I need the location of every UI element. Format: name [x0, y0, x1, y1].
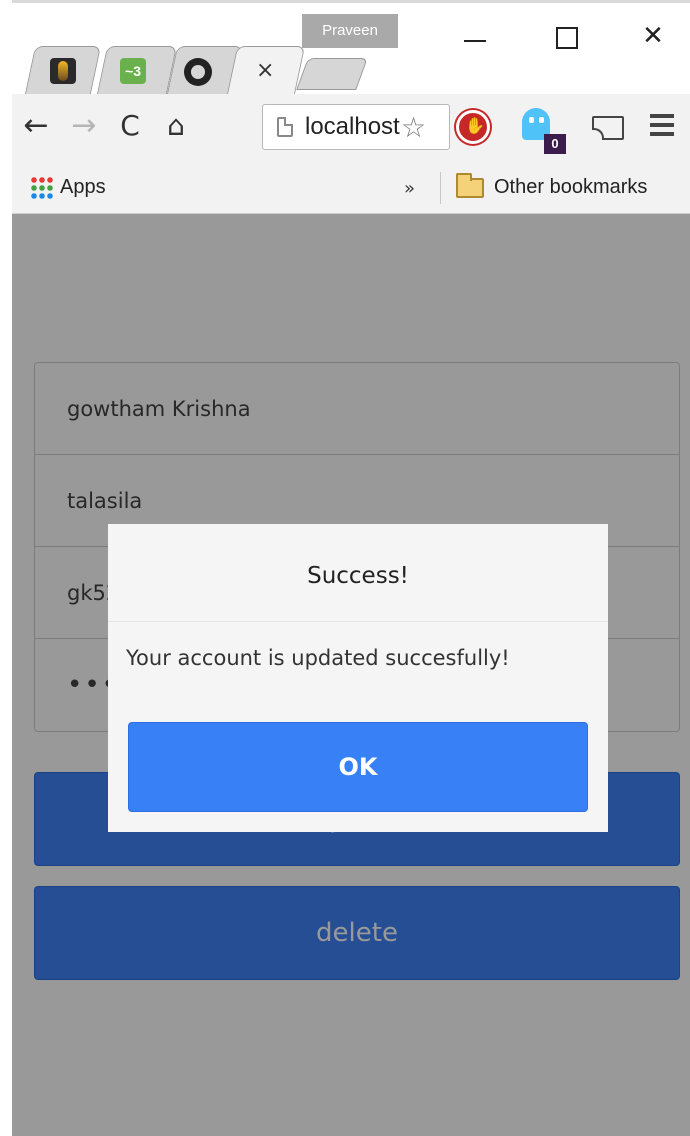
- bookmarks-bar: Apps » Other bookmarks: [0, 162, 690, 214]
- home-icon[interactable]: ⌂: [156, 106, 196, 146]
- back-arrow-icon[interactable]: ←: [16, 106, 56, 146]
- cast-icon[interactable]: [592, 116, 624, 140]
- window-left-edge: [0, 0, 12, 1136]
- url-text[interactable]: localhost: [305, 113, 401, 141]
- success-dialog: Success! Your account is updated succesf…: [108, 524, 608, 832]
- apps-bookmark[interactable]: Apps: [60, 176, 106, 199]
- w3c-favicon-icon: ~3: [120, 58, 146, 84]
- profile-badge[interactable]: Praveen: [302, 14, 398, 48]
- window-border: [0, 0, 690, 3]
- page-icon: [277, 117, 293, 137]
- bookmarks-overflow-icon[interactable]: »: [404, 178, 415, 199]
- reload-icon[interactable]: C: [110, 106, 150, 146]
- dialog-title: Success!: [108, 524, 608, 622]
- bookmarks-divider: [440, 172, 441, 204]
- github-favicon-icon: [184, 58, 212, 86]
- minimize-button[interactable]: [450, 18, 500, 58]
- menu-icon[interactable]: [650, 114, 674, 136]
- stop-hand-extension-icon[interactable]: [456, 110, 490, 144]
- apps-grid-icon[interactable]: [30, 176, 54, 200]
- bulb-favicon-icon: [50, 58, 76, 84]
- folder-icon[interactable]: [456, 173, 484, 198]
- address-bar[interactable]: localhost ☆: [262, 104, 450, 150]
- browser-toolbar: ← → C ⌂ localhost ☆ 0: [0, 94, 690, 162]
- maximize-button[interactable]: [540, 18, 590, 58]
- dialog-message: Your account is updated succesfully!: [126, 646, 510, 670]
- other-bookmarks[interactable]: Other bookmarks: [494, 176, 647, 199]
- tab-close-icon[interactable]: ×: [256, 58, 274, 83]
- extension-badge: 0: [544, 134, 566, 154]
- bookmark-star-icon[interactable]: ☆: [401, 111, 426, 144]
- forward-arrow-icon[interactable]: →: [64, 106, 104, 146]
- ok-button[interactable]: OK: [128, 722, 588, 812]
- new-tab-button[interactable]: [296, 58, 368, 90]
- window-close-button[interactable]: ✕: [628, 18, 678, 58]
